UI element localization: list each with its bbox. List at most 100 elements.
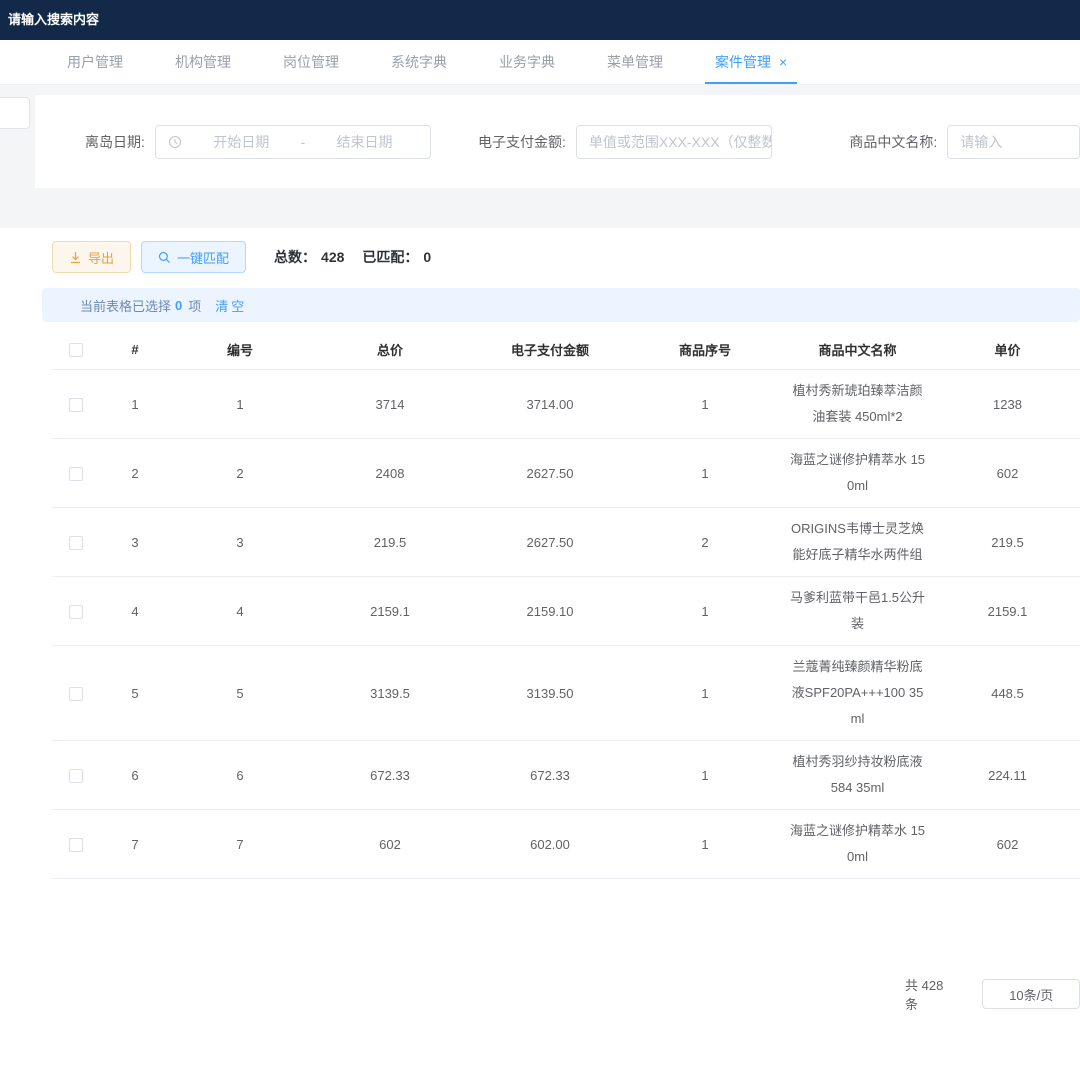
cell-product-name: 兰蔻菁纯臻颜精华粉底液SPF20PA+++100 35ml <box>780 646 935 740</box>
tab-业务字典[interactable]: 业务字典 <box>487 40 567 84</box>
cell-total-price: 219.5 <box>310 535 470 550</box>
cell-epayment-amount: 2627.50 <box>470 535 630 550</box>
cell-unit-price: 602 <box>935 466 1080 481</box>
cell-code: 7 <box>170 837 310 852</box>
tab-close-icon[interactable]: × <box>779 54 787 70</box>
row-checkbox[interactable] <box>69 769 83 783</box>
filter-row: 离岛日期: 开始日期 - 结束日期 电子支付金额: 单值或范围XXX-XXX（仅… <box>35 125 1080 159</box>
pagination-total: 共 428 条 <box>905 975 949 1013</box>
tab-label: 案件管理 <box>715 52 771 72</box>
export-button[interactable]: 导出 <box>52 241 131 273</box>
page-size-select[interactable]: 10条/页 <box>982 979 1080 1009</box>
cell-epayment-amount: 3139.50 <box>470 686 630 701</box>
row-checkbox[interactable] <box>69 398 83 412</box>
product-name-filter-label: 商品中文名称: <box>849 132 937 152</box>
cell-epayment-amount: 2627.50 <box>470 466 630 481</box>
cell-code: 1 <box>170 397 310 412</box>
cell-item-number: 1 <box>630 768 780 783</box>
download-icon <box>69 251 82 264</box>
end-date-placeholder[interactable]: 结束日期 <box>311 132 418 152</box>
table-body: 1 1 3714 3714.00 1 植村秀新琥珀臻萃洁颜油套装 450ml*2… <box>52 370 1080 903</box>
cell-code: 3 <box>170 535 310 550</box>
column-header: 编号 <box>170 340 310 359</box>
cell-index: 7 <box>100 837 170 852</box>
tab-用户管理[interactable]: 用户管理 <box>55 40 135 84</box>
cell-epayment-amount: 602.00 <box>470 837 630 852</box>
tab-label: 业务字典 <box>499 52 555 72</box>
tab-机构管理[interactable]: 机构管理 <box>163 40 243 84</box>
cell-unit-price: 448.5 <box>935 686 1080 701</box>
tab-label: 岗位管理 <box>283 52 339 72</box>
table-row: 6 6 672.33 672.33 1 植村秀羽纱持妆粉底液 584 35ml … <box>52 741 1080 810</box>
column-header: 总价 <box>310 340 470 359</box>
search-icon <box>158 251 171 264</box>
cell-unit-price: 602 <box>935 837 1080 852</box>
cell-code: 6 <box>170 768 310 783</box>
one-click-match-button[interactable]: 一键匹配 <box>141 241 246 273</box>
start-date-placeholder[interactable]: 开始日期 <box>188 132 295 152</box>
cell-unit-price: 219.5 <box>935 535 1080 550</box>
cell-item-number: 1 <box>630 604 780 619</box>
product-name-input[interactable]: 请输入 <box>947 125 1080 159</box>
row-checkbox[interactable] <box>69 536 83 550</box>
clear-selection-link[interactable]: 清空 <box>215 296 247 315</box>
column-header: 单价 <box>935 340 1080 359</box>
cell-epayment-amount: 3714.00 <box>470 397 630 412</box>
cell-total-price: 3714 <box>310 397 470 412</box>
cell-unit-price: 2159.1 <box>935 604 1080 619</box>
clock-icon <box>168 135 182 149</box>
tab-岗位管理[interactable]: 岗位管理 <box>271 40 351 84</box>
cell-index: 4 <box>100 604 170 619</box>
table-row: 1 1 3714 3714.00 1 植村秀新琥珀臻萃洁颜油套装 450ml*2… <box>52 370 1080 439</box>
cell-product-name: 植村秀羽纱持妆粉底液 584 35ml <box>780 741 935 809</box>
cell-index: 6 <box>100 768 170 783</box>
pagination: 共 428 条 10条/页 <box>905 975 1080 1013</box>
table-row: 3 3 219.5 2627.50 2 ORIGINS韦博士灵芝焕能好底子精华水… <box>52 508 1080 577</box>
cell-epayment-amount: 2159.10 <box>470 604 630 619</box>
cell-index: 5 <box>100 686 170 701</box>
selection-suffix: 项 <box>188 296 201 315</box>
tab-案件管理[interactable]: 案件管理 × <box>703 40 799 84</box>
row-checkbox[interactable] <box>69 838 83 852</box>
selection-count: 0 <box>175 298 182 313</box>
cell-item-number: 1 <box>630 466 780 481</box>
data-table: #编号总价电子支付金额商品序号商品中文名称单价 1 1 3714 3714.00… <box>52 330 1080 903</box>
cell-product-name: 海蓝之谜修护精萃水 150ml <box>780 810 935 878</box>
cell-code: 5 <box>170 686 310 701</box>
tab-菜单管理[interactable]: 菜单管理 <box>595 40 675 84</box>
cell-item-number: 2 <box>630 535 780 550</box>
cell-unit-price: 1238 <box>935 397 1080 412</box>
table-row: 2 2 2408 2627.50 1 海蓝之谜修护精萃水 150ml 602 <box>52 439 1080 508</box>
collapsed-panel[interactable] <box>0 97 30 129</box>
tab-系统字典[interactable]: 系统字典 <box>379 40 459 84</box>
row-checkbox[interactable] <box>69 467 83 481</box>
match-button-label: 一键匹配 <box>177 248 229 267</box>
cell-item-number: 1 <box>630 837 780 852</box>
payment-filter-label: 电子支付金额: <box>478 132 566 152</box>
cell-total-price: 3139.5 <box>310 686 470 701</box>
global-search-input[interactable]: 请输入搜索内容 <box>8 9 99 28</box>
table-card: 导出 一键匹配 总数： 428 已匹配： 0 当前表格已选择 0 项 清空 #编… <box>0 228 1080 1077</box>
tab-label: 系统字典 <box>391 52 447 72</box>
column-header: # <box>100 342 170 357</box>
cell-total-price: 672.33 <box>310 768 470 783</box>
cell-code: 4 <box>170 604 310 619</box>
select-all-checkbox[interactable] <box>69 343 83 357</box>
table-row: 5 5 3139.5 3139.50 1 兰蔻菁纯臻颜精华粉底液SPF20PA+… <box>52 646 1080 741</box>
column-header: 商品序号 <box>630 340 780 359</box>
table-row: 4 4 2159.1 2159.10 1 马爹利蓝带干邑1.5公升装 2159.… <box>52 577 1080 646</box>
cell-product-name: ORIGINS韦博士灵芝焕能好底子精华水两件组 <box>780 508 935 576</box>
tab-bar: 用户管理机构管理 岗位管理 系统字典 业务字典 菜单管理 案件管理 × <box>0 40 1080 85</box>
cell-index: 1 <box>100 397 170 412</box>
payment-amount-input[interactable]: 单值或范围XXX-XXX（仅整数 <box>576 125 772 159</box>
cell-product-name: 马爹利蓝带干邑1.5公升装 <box>780 577 935 645</box>
row-checkbox[interactable] <box>69 605 83 619</box>
cell-total-price: 602 <box>310 837 470 852</box>
table-row: 8 8 1888.88 1888.88 1 卡诗菁纯亮泽经典香氛 628.88 <box>52 879 1080 903</box>
row-checkbox[interactable] <box>69 687 83 701</box>
export-button-label: 导出 <box>88 248 114 267</box>
cell-item-number: 1 <box>630 397 780 412</box>
date-range-input[interactable]: 开始日期 - 结束日期 <box>155 125 431 159</box>
date-separator: - <box>295 134 311 150</box>
matched-value: 0 <box>423 249 431 265</box>
